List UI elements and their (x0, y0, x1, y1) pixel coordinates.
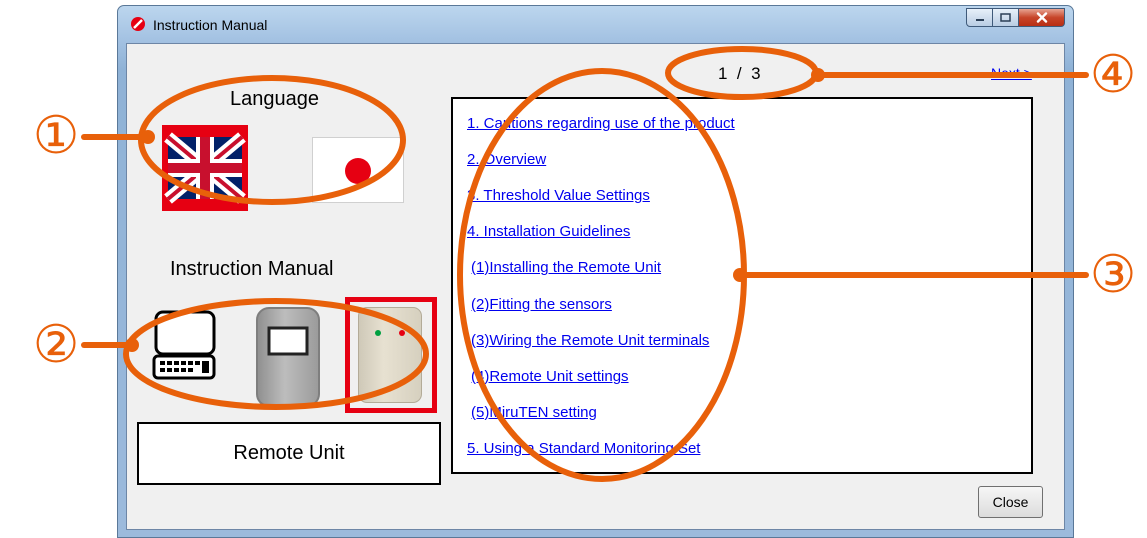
annotation-ellipse-devices (123, 298, 429, 410)
annotation-dot-1 (141, 130, 155, 144)
callout-1: ① (32, 107, 80, 165)
callout-3: ③ (1089, 246, 1137, 304)
callout-2: ② (32, 316, 80, 374)
annotation-dot-2 (125, 338, 139, 352)
annotation-overlay (81, 46, 1089, 482)
annotation-dot-4 (811, 68, 825, 82)
annotation-ellipse-language (138, 75, 406, 205)
annotation-ellipse-page (665, 46, 819, 100)
annotation-ellipse-toc (457, 68, 747, 482)
callout-4: ④ (1089, 46, 1137, 104)
annotation-dot-3 (733, 268, 747, 282)
